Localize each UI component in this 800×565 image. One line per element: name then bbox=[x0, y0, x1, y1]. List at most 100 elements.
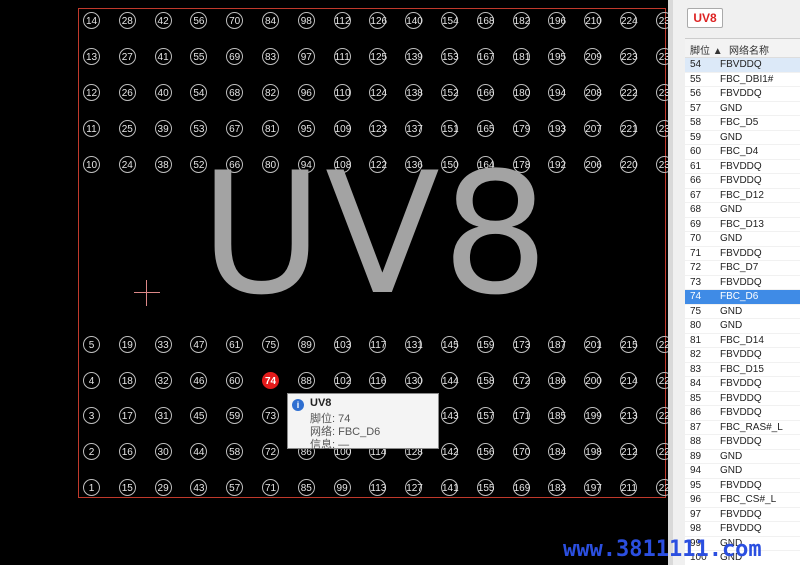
pin-pad[interactable]: 179 bbox=[512, 120, 530, 137]
pin-pad[interactable]: 224 bbox=[620, 12, 638, 29]
pin-pad[interactable]: 196 bbox=[548, 12, 566, 29]
pcb-canvas[interactable]: 14 28 42 56 70 84 98 112 126 140 154 168 182 196 210 22… bbox=[0, 0, 668, 565]
pin-pad[interactable]: 2 bbox=[83, 443, 100, 460]
table-row[interactable]: 54 FBVDDQ bbox=[685, 58, 800, 73]
pin-pad[interactable]: 158 bbox=[476, 372, 494, 389]
pin-pad[interactable]: 182 bbox=[512, 12, 530, 29]
pin-pad[interactable]: 151 bbox=[441, 120, 459, 137]
pin-pad[interactable]: 98 bbox=[297, 12, 315, 29]
pin-pad[interactable]: 85 bbox=[297, 479, 315, 496]
pin-pad[interactable]: 33 bbox=[154, 336, 172, 353]
pin-pad[interactable]: 73 bbox=[262, 407, 279, 424]
table-row[interactable]: 73 FBVDDQ bbox=[685, 276, 800, 290]
pin-pad[interactable]: 27 bbox=[118, 48, 136, 65]
pin-pad[interactable]: 223 bbox=[620, 48, 638, 65]
pin-pad[interactable]: 10 bbox=[83, 156, 100, 173]
pin-pad[interactable]: 213 bbox=[620, 407, 638, 424]
pin-pad[interactable]: 40 bbox=[154, 84, 172, 101]
table-row[interactable]: 57 GND bbox=[685, 102, 800, 116]
pin-pad[interactable]: 209 bbox=[584, 48, 602, 65]
table-row[interactable]: 97 FBVDDQ bbox=[685, 508, 800, 522]
pin-pad[interactable]: 5 bbox=[83, 336, 100, 353]
pin-pad[interactable]: 23 bbox=[655, 156, 668, 173]
pin-pad[interactable]: 23 bbox=[655, 12, 668, 29]
pin-pad[interactable]: 159 bbox=[476, 336, 494, 353]
pin-pad[interactable]: 198 bbox=[584, 443, 602, 460]
pin-pad[interactable]: 3 bbox=[83, 407, 100, 424]
pin-pad[interactable]: 111 bbox=[333, 48, 351, 65]
pin-pad[interactable]: 41 bbox=[154, 48, 172, 65]
table-row[interactable]: 71 FBVDDQ bbox=[685, 247, 800, 261]
pin-pad[interactable]: 169 bbox=[512, 479, 530, 496]
table-row[interactable]: 55 FBC_DBI1# bbox=[685, 73, 800, 87]
pin-pad[interactable]: 215 bbox=[620, 336, 638, 353]
pin-pad[interactable]: 140 bbox=[405, 12, 423, 29]
pin-pad[interactable]: 29 bbox=[154, 479, 172, 496]
pin-pad[interactable]: 71 bbox=[262, 479, 279, 496]
table-row[interactable]: 74 FBC_D6 bbox=[685, 290, 800, 305]
pin-pad[interactable]: 170 bbox=[512, 443, 530, 460]
pin-pad[interactable]: 152 bbox=[441, 84, 459, 101]
pin-pad[interactable]: 89 bbox=[297, 336, 315, 353]
pin-pad[interactable]: 72 bbox=[262, 443, 279, 460]
table-row[interactable]: 89 GND bbox=[685, 450, 800, 464]
table-row[interactable]: 69 FBC_D13 bbox=[685, 218, 800, 232]
pin-pad[interactable]: 32 bbox=[154, 372, 172, 389]
pin-pad[interactable]: 165 bbox=[476, 120, 494, 137]
table-row[interactable]: 56 FBVDDQ bbox=[685, 87, 800, 102]
pin-pad[interactable]: 187 bbox=[548, 336, 566, 353]
pin-pad[interactable]: 23 bbox=[655, 48, 668, 65]
pin-pad[interactable]: 210 bbox=[584, 12, 602, 29]
pin-pad[interactable]: 126 bbox=[369, 12, 387, 29]
pin-pad[interactable]: 28 bbox=[118, 12, 136, 29]
table-row[interactable]: 75 GND bbox=[685, 305, 800, 319]
pin-pad[interactable]: 17 bbox=[118, 407, 136, 424]
pin-pad[interactable]: 23 bbox=[655, 84, 668, 101]
pin-pad[interactable]: 192 bbox=[548, 156, 566, 173]
table-row[interactable]: 58 FBC_D5 bbox=[685, 116, 800, 131]
pin-pad[interactable]: 145 bbox=[441, 336, 459, 353]
pin-pad[interactable]: 103 bbox=[333, 336, 351, 353]
pin-pad[interactable]: 171 bbox=[512, 407, 530, 424]
pin-pad[interactable]: 124 bbox=[369, 84, 387, 101]
pin-pad[interactable]: 214 bbox=[620, 372, 638, 389]
pin-pad[interactable]: 16 bbox=[118, 443, 136, 460]
pin-pad[interactable]: 207 bbox=[584, 120, 602, 137]
pin-pad[interactable]: 22 bbox=[655, 479, 668, 496]
pin-pad[interactable]: 116 bbox=[369, 372, 387, 389]
table-row[interactable]: 72 FBC_D7 bbox=[685, 261, 800, 276]
pin-pad[interactable]: 95 bbox=[297, 120, 315, 137]
pin-pad[interactable]: 141 bbox=[441, 479, 459, 496]
pin-pad[interactable]: 109 bbox=[333, 120, 351, 137]
pin-pad[interactable]: 22 bbox=[655, 407, 668, 424]
pin-pad[interactable]: 197 bbox=[584, 479, 602, 496]
table-row[interactable]: 81 FBC_D14 bbox=[685, 334, 800, 348]
pin-pad[interactable]: 22 bbox=[655, 372, 668, 389]
pin-pad[interactable]: 96 bbox=[297, 84, 315, 101]
pin-pad[interactable]: 39 bbox=[154, 120, 172, 137]
pin-pad[interactable]: 211 bbox=[620, 479, 637, 496]
pin-pad[interactable]: 127 bbox=[405, 479, 423, 496]
pin-pad[interactable]: 112 bbox=[333, 12, 351, 29]
pin-pad[interactable]: 22 bbox=[655, 336, 668, 353]
pin-pad[interactable]: 30 bbox=[154, 443, 172, 460]
pin-pad[interactable]: 153 bbox=[441, 48, 459, 65]
pin-pad[interactable]: 154 bbox=[441, 12, 459, 29]
col-net-header[interactable]: 网络名称 bbox=[729, 42, 769, 57]
pin-pad[interactable]: 156 bbox=[476, 443, 494, 460]
pin-pad[interactable]: 184 bbox=[548, 443, 566, 460]
pin-pad[interactable]: 110 bbox=[333, 84, 351, 101]
pin-pad[interactable]: 125 bbox=[369, 48, 387, 65]
pin-pad[interactable]: 82 bbox=[262, 84, 279, 101]
pin-pad[interactable]: 102 bbox=[333, 372, 351, 389]
table-row[interactable]: 67 FBC_D12 bbox=[685, 189, 800, 203]
pin-pad[interactable]: 194 bbox=[548, 84, 566, 101]
table-row[interactable]: 60 FBC_D4 bbox=[685, 145, 800, 160]
pin-pad[interactable]: 200 bbox=[584, 372, 602, 389]
pin-pad[interactable]: 186 bbox=[548, 372, 566, 389]
pin-pad[interactable]: 19 bbox=[118, 336, 136, 353]
pin-pad[interactable]: 206 bbox=[584, 156, 602, 173]
pin-pad[interactable]: 139 bbox=[405, 48, 423, 65]
pin-pad[interactable]: 88 bbox=[297, 372, 315, 389]
pin-pad[interactable]: 84 bbox=[262, 12, 279, 29]
